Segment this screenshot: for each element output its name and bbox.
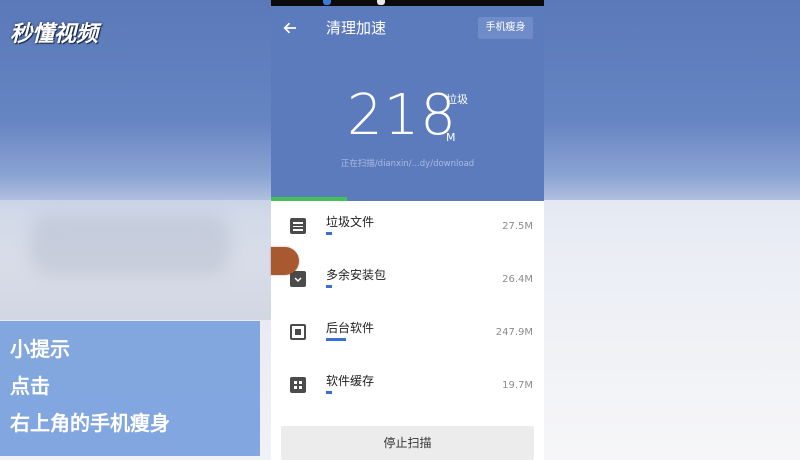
watermark-logo: 秒懂视频 — [10, 22, 99, 47]
tip-heading: 小提示 — [10, 337, 70, 361]
list-item-redundant-packages[interactable]: 多余安装包 26.4M — [271, 254, 544, 307]
item-size: 19.7M — [502, 380, 533, 391]
item-name: 垃圾文件 — [326, 215, 375, 229]
back-arrow-icon[interactable] — [283, 18, 303, 38]
item-size: 26.4M — [502, 274, 533, 285]
item-size: 247.9M — [495, 327, 533, 338]
phone-screen: 清理加速 手机瘦身 218 垃圾 M 正在扫描/dianxin/...dy/do… — [271, 0, 544, 460]
item-size-bar — [326, 232, 332, 235]
junk-unit: M — [446, 131, 456, 144]
item-size-bar — [326, 391, 332, 394]
list-item-junk-files[interactable]: 垃圾文件 27.5M — [271, 201, 544, 254]
item-name: 多余安装包 — [326, 268, 387, 282]
chip-icon — [290, 324, 306, 340]
background-blur-right — [544, 200, 800, 460]
list-item-app-cache[interactable]: 软件缓存 19.7M — [271, 360, 544, 413]
apps-grid-icon — [290, 377, 306, 393]
item-size: 27.5M — [502, 221, 533, 232]
tip-line-1: 点击 — [10, 374, 50, 398]
item-name: 软件缓存 — [326, 374, 375, 388]
stop-scan-button[interactable]: 停止扫描 — [281, 426, 534, 460]
junk-label: 垃圾 — [446, 93, 468, 106]
app-header: 清理加速 手机瘦身 218 垃圾 M 正在扫描/dianxin/...dy/do… — [271, 6, 544, 200]
page-title: 清理加速 — [326, 19, 387, 37]
junk-size-value: 218 — [347, 83, 457, 148]
background-blur-shape — [30, 215, 230, 275]
item-size-bar — [326, 338, 346, 341]
item-size-bar — [326, 285, 332, 288]
floating-chat-bubble-icon[interactable] — [271, 247, 299, 275]
tip-panel: 小提示 点击 右上角的手机瘦身 — [0, 321, 260, 456]
list-item-background-apps[interactable]: 后台软件 247.9M — [271, 307, 544, 360]
status-icon — [323, 0, 331, 5]
item-name: 后台软件 — [326, 321, 375, 335]
status-icon — [377, 0, 385, 5]
tip-line-2: 右上角的手机瘦身 — [10, 411, 170, 435]
package-icon — [290, 271, 306, 287]
scan-path-text: 正在扫描/dianxin/...dy/download — [340, 159, 475, 169]
phone-slimming-button[interactable]: 手机瘦身 — [478, 17, 533, 39]
document-icon — [290, 218, 306, 234]
